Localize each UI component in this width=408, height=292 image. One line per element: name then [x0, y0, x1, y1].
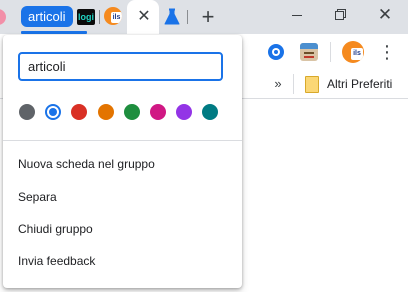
- color-swatch-pink[interactable]: [150, 104, 166, 120]
- menu-item-send-feedback[interactable]: Invia feedback: [3, 245, 242, 277]
- tab-separator: [187, 10, 188, 24]
- toolbar-separator: [330, 42, 331, 62]
- partial-tab-favicon[interactable]: [0, 9, 6, 25]
- profile-avatar-text: ils: [351, 48, 363, 60]
- color-swatch-yellow[interactable]: [98, 104, 114, 120]
- color-swatch-grey[interactable]: [19, 104, 35, 120]
- bookmarks-overflow-chevron-icon[interactable]: »: [271, 76, 285, 92]
- extension-face-icon[interactable]: [300, 43, 318, 61]
- logi-favicon-icon[interactable]: logi: [77, 9, 95, 25]
- menu-divider: [3, 140, 242, 141]
- profile-avatar[interactable]: ils: [342, 41, 364, 63]
- menu-item-close-group[interactable]: Chiudi gruppo: [3, 213, 242, 245]
- color-swatch-red[interactable]: [71, 104, 87, 120]
- color-swatch-green[interactable]: [124, 104, 140, 120]
- tab-group-chip[interactable]: articoli: [21, 6, 73, 27]
- tab-group-editor-popup: Nuova scheda nel gruppo Separa Chiudi gr…: [3, 35, 242, 288]
- folder-icon[interactable]: [305, 76, 319, 93]
- bookmark-folder-other[interactable]: Altri Preferiti: [327, 76, 392, 92]
- active-tab[interactable]: ✕: [127, 0, 159, 34]
- group-name-input[interactable]: [18, 52, 223, 81]
- window-close-button[interactable]: ✕: [370, 4, 400, 26]
- ils-favicon-icon[interactable]: ils: [104, 7, 122, 25]
- color-swatch-cyan[interactable]: [202, 104, 218, 120]
- ils-favicon-text: ils: [111, 12, 122, 23]
- new-tab-button[interactable]: +: [196, 4, 220, 30]
- color-swatch-blue[interactable]: [45, 104, 61, 120]
- menu-item-new-tab-in-group[interactable]: Nuova scheda nel gruppo: [3, 148, 242, 180]
- tab-separator: [99, 10, 100, 24]
- menu-item-ungroup[interactable]: Separa: [3, 181, 242, 213]
- color-swatch-purple[interactable]: [176, 104, 192, 120]
- bookmarks-separator: [293, 74, 294, 94]
- chrome-menu-icon[interactable]: ⋮: [378, 42, 396, 62]
- restore-button[interactable]: [325, 4, 355, 26]
- tab-strip: articoli logi ils ✕ + ✕: [0, 0, 408, 34]
- color-picker: [19, 104, 229, 120]
- extension-target-icon[interactable]: [268, 44, 284, 60]
- minimize-button[interactable]: [282, 4, 312, 26]
- flask-favicon-icon[interactable]: [164, 8, 180, 26]
- tab-close-icon[interactable]: ✕: [136, 7, 152, 27]
